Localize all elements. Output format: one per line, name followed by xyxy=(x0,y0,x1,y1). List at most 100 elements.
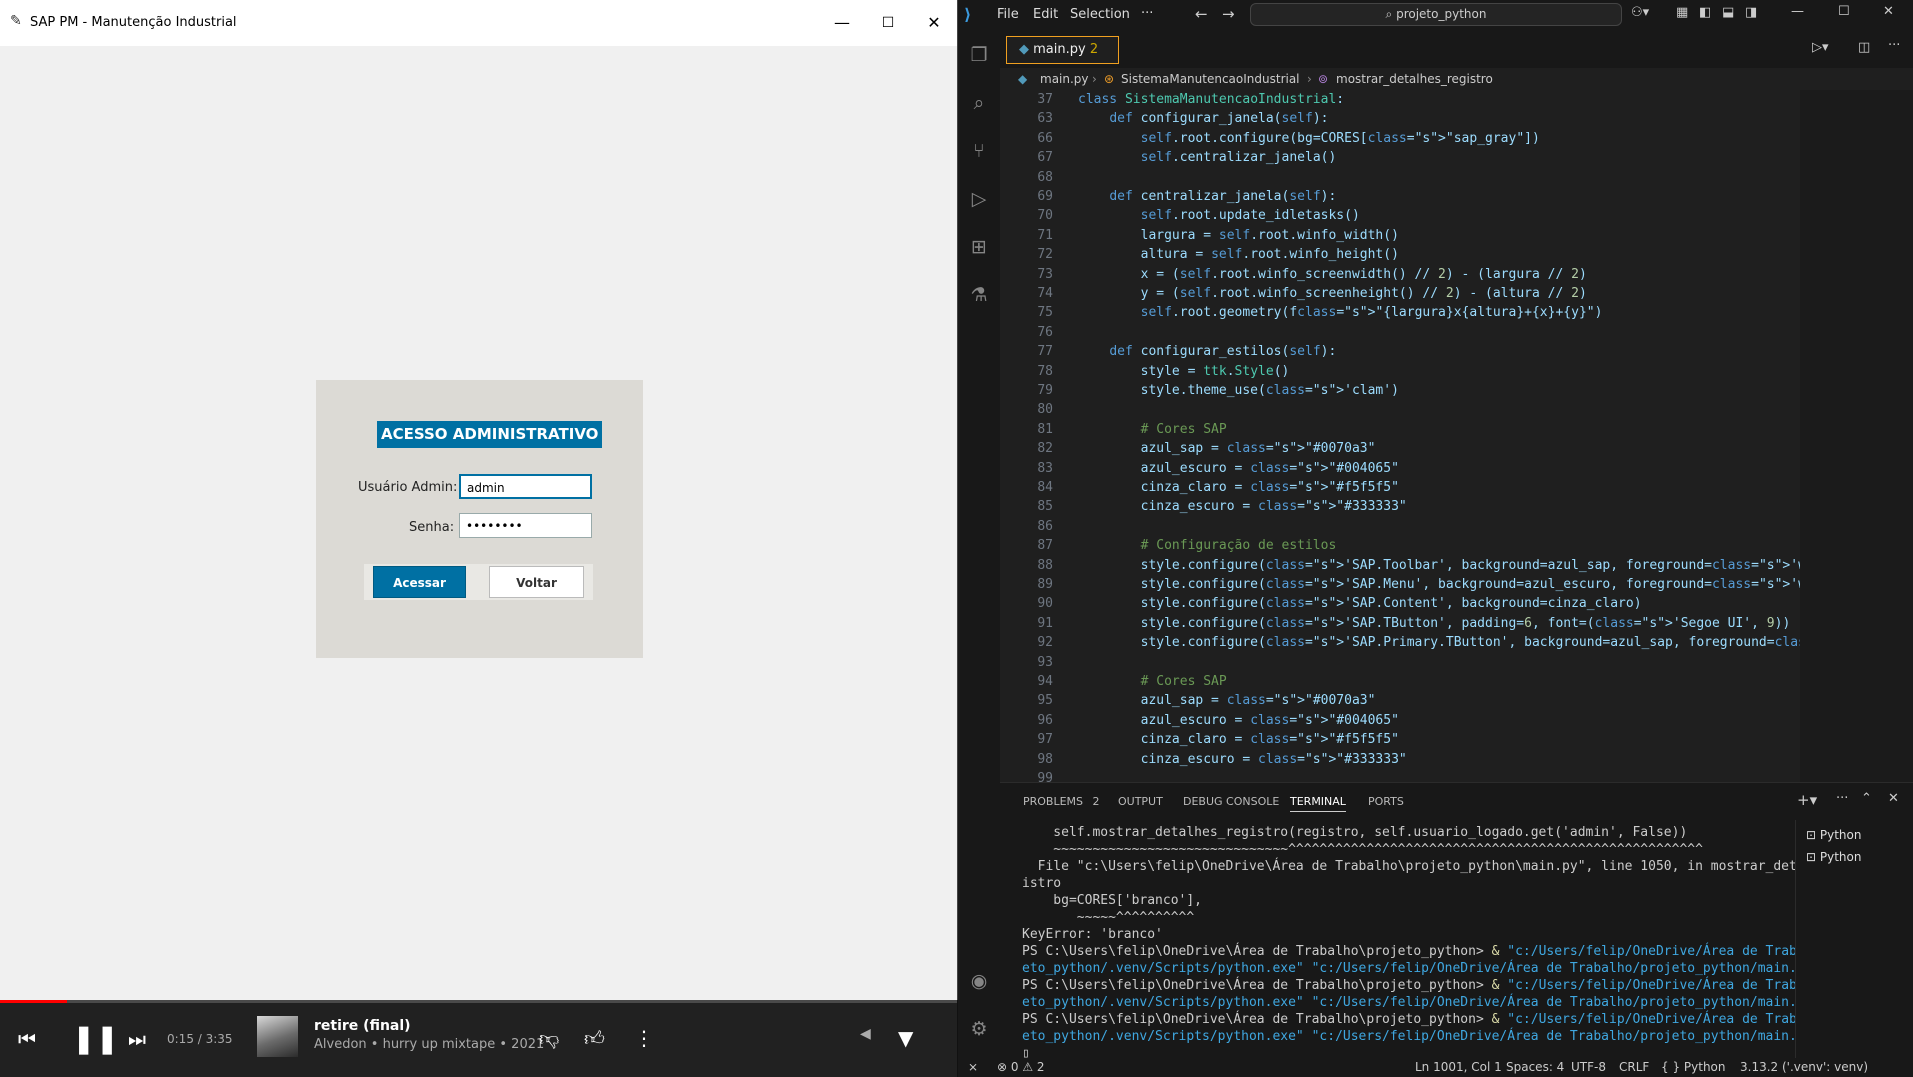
status-interpreter[interactable]: 3.13.2 ('.venv': venv) xyxy=(1740,1058,1868,1077)
toggle-secondary-sidebar-icon[interactable]: ◨ xyxy=(1745,5,1757,20)
track-title[interactable]: retire (final) xyxy=(314,1018,411,1034)
terminal-output[interactable]: self.mostrar_detalhes_registro(registro,… xyxy=(1000,820,1867,1061)
track-subtitle[interactable]: Alvedon • hurry up mixtape • 2021 xyxy=(314,1037,544,1052)
breadcrumb-file[interactable]: main.py xyxy=(1040,68,1089,90)
toggle-sidebar-icon[interactable]: ◧ xyxy=(1699,5,1711,20)
maximize-panel-icon[interactable]: ⌃ xyxy=(1861,791,1872,806)
close-panel-icon[interactable]: ✕ xyxy=(1888,791,1899,806)
more-actions-icon[interactable]: ··· xyxy=(1836,791,1848,806)
minimize-button[interactable]: — xyxy=(820,8,864,38)
tk-titlebar[interactable]: ✎ SAP PM - Manutenção Industrial — ☐ ✕ xyxy=(0,0,957,46)
code-line[interactable]: 87 # Configuração de estilos xyxy=(1000,536,1800,555)
menu-edit[interactable]: Edit xyxy=(1033,7,1058,22)
code-line[interactable]: 91 style.configure(class="s">'SAP.TButto… xyxy=(1000,614,1800,633)
code-line[interactable]: 68 xyxy=(1000,168,1800,187)
user-input[interactable]: admin xyxy=(459,474,592,499)
chevron-down-icon[interactable]: ▼ xyxy=(898,1026,913,1050)
status-spaces[interactable]: Spaces: 4 xyxy=(1506,1058,1564,1077)
status-problems[interactable]: ⊗ 0 ⚠ 2 xyxy=(997,1058,1045,1077)
maximize-button[interactable]: ☐ xyxy=(866,8,910,38)
run-icon[interactable]: ▷▾ xyxy=(1812,40,1829,55)
extensions-icon[interactable]: ⊞ xyxy=(958,236,1000,258)
dislike-icon[interactable]: 👎︎ xyxy=(539,1026,559,1051)
code-line[interactable]: 76 xyxy=(1000,323,1800,342)
new-terminal-icon[interactable]: +▾ xyxy=(1797,791,1817,809)
code-line[interactable]: 66 self.root.configure(bg=CORES[class="s… xyxy=(1000,129,1800,148)
code-line[interactable]: 71 largura = self.root.winfo_width() xyxy=(1000,226,1800,245)
split-editor-icon[interactable]: ◫ xyxy=(1858,40,1870,55)
back-arrow-icon[interactable]: ← xyxy=(1195,5,1208,23)
code-line[interactable]: 86 xyxy=(1000,517,1800,536)
code-line[interactable]: 97 cinza_claro = class="s">"#f5f5f5" xyxy=(1000,730,1800,749)
code-line[interactable]: 37 class SistemaManutencaoIndustrial: xyxy=(1000,90,1800,109)
menu-file[interactable]: File xyxy=(997,7,1019,22)
code-line[interactable]: 69 def centralizar_janela(self): xyxy=(1000,187,1800,206)
code-line[interactable]: 67 self.centralizar_janela() xyxy=(1000,148,1800,167)
tab-debug-console[interactable]: DEBUG CONSOLE xyxy=(1183,795,1279,808)
search-icon[interactable]: ⌕ xyxy=(958,92,1000,114)
vs-maximize-button[interactable]: ☐ xyxy=(1838,4,1850,19)
vs-minimize-button[interactable]: — xyxy=(1791,4,1804,19)
code-line[interactable]: 70 self.root.update_idletasks() xyxy=(1000,206,1800,225)
tab-ports[interactable]: PORTS xyxy=(1368,795,1404,808)
code-line[interactable]: 63 def configurar_janela(self): xyxy=(1000,109,1800,128)
copilot-icon[interactable]: ⚇▾ xyxy=(1631,5,1649,20)
forward-arrow-icon[interactable]: → xyxy=(1222,5,1235,23)
tab-problems[interactable]: PROBLEMS 2 xyxy=(1023,795,1100,808)
code-line[interactable]: 92 style.configure(class="s">'SAP.Primar… xyxy=(1000,633,1913,652)
code-line[interactable]: 83 azul_escuro = class="s">"#004065" xyxy=(1000,459,1800,478)
media-progress-track[interactable] xyxy=(0,1000,957,1003)
submit-button[interactable]: Acessar xyxy=(373,566,466,598)
layout-icon[interactable]: ▦ xyxy=(1676,5,1688,20)
code-line[interactable]: 72 altura = self.root.winfo_height() xyxy=(1000,245,1800,264)
volume-icon[interactable]: ◀ xyxy=(860,1026,871,1042)
code-line[interactable]: 88 style.configure(class="s">'SAP.Toolba… xyxy=(1000,556,1853,575)
code-line[interactable]: 81 # Cores SAP xyxy=(1000,420,1800,439)
remote-icon[interactable]: ⨯ xyxy=(968,1058,978,1077)
code-line[interactable]: 77 def configurar_estilos(self): xyxy=(1000,342,1800,361)
vs-close-button[interactable]: ✕ xyxy=(1883,4,1894,19)
pause-icon[interactable]: ❚❚ xyxy=(72,1022,119,1055)
code-line[interactable]: 85 cinza_escuro = class="s">"#333333" xyxy=(1000,497,1800,516)
toggle-panel-icon[interactable]: ⬓ xyxy=(1722,5,1734,20)
code-line[interactable]: 89 style.configure(class="s">'SAP.Menu',… xyxy=(1000,575,1913,594)
testing-icon[interactable]: ⚗ xyxy=(958,284,1000,306)
status-position[interactable]: Ln 1001, Col 1 xyxy=(1415,1058,1502,1077)
code-line[interactable]: 96 azul_escuro = class="s">"#004065" xyxy=(1000,711,1800,730)
minimap[interactable] xyxy=(1800,90,1913,782)
code-line[interactable]: 80 xyxy=(1000,400,1800,419)
code-line[interactable]: 93 xyxy=(1000,653,1800,672)
menu-selection[interactable]: Selection xyxy=(1070,7,1130,22)
menu-more[interactable]: ··· xyxy=(1141,6,1153,21)
tab-terminal[interactable]: TERMINAL xyxy=(1290,795,1346,812)
tab-main-py[interactable]: ◆ main.py 2 ✕ xyxy=(1006,36,1119,83)
like-icon[interactable]: 👍︎ xyxy=(584,1026,605,1051)
code-line[interactable]: 90 style.configure(class="s">'SAP.Conten… xyxy=(1000,594,1800,613)
terminal-item[interactable]: ⊡ Python xyxy=(1806,828,1861,842)
status-language[interactable]: { } Python xyxy=(1661,1058,1726,1077)
breadcrumb-class[interactable]: SistemaManutencaoIndustrial xyxy=(1121,68,1300,90)
account-icon[interactable]: ◉ xyxy=(958,970,1000,992)
code-line[interactable]: 95 azul_sap = class="s">"#0070a3" xyxy=(1000,691,1800,710)
terminal-item[interactable]: ⊡ Python xyxy=(1806,850,1861,864)
more-options-icon[interactable]: ⋮ xyxy=(634,1026,654,1050)
code-line[interactable]: 79 style.theme_use(class="s">'clam') xyxy=(1000,381,1800,400)
code-line[interactable]: 73 x = (self.root.winfo_screenwidth() //… xyxy=(1000,265,1800,284)
next-track-icon[interactable]: ⏭ xyxy=(128,1027,146,1051)
password-input[interactable]: •••••••• xyxy=(459,513,592,538)
status-encoding[interactable]: UTF-8 xyxy=(1571,1058,1606,1077)
code-line[interactable]: 84 cinza_claro = class="s">"#f5f5f5" xyxy=(1000,478,1800,497)
code-line[interactable]: 74 y = (self.root.winfo_screenheight() /… xyxy=(1000,284,1800,303)
command-center-search[interactable]: ⌕ projeto_python xyxy=(1250,3,1622,26)
run-debug-icon[interactable]: ▷ xyxy=(958,188,1000,210)
code-line[interactable]: 75 self.root.geometry(fclass="s">"{largu… xyxy=(1000,303,1800,322)
code-line[interactable]: 94 # Cores SAP xyxy=(1000,672,1800,691)
tab-output[interactable]: OUTPUT xyxy=(1118,795,1163,808)
source-control-icon[interactable]: ⑂ xyxy=(958,140,1000,162)
code-line[interactable]: 82 azul_sap = class="s">"#0070a3" xyxy=(1000,439,1800,458)
previous-track-icon[interactable]: ⏮ xyxy=(18,1027,36,1051)
back-button[interactable]: Voltar xyxy=(489,566,584,598)
breadcrumb-method[interactable]: mostrar_detalhes_registro xyxy=(1336,68,1493,90)
close-button[interactable]: ✕ xyxy=(912,8,956,38)
code-line[interactable]: 78 style = ttk.Style() xyxy=(1000,362,1800,381)
